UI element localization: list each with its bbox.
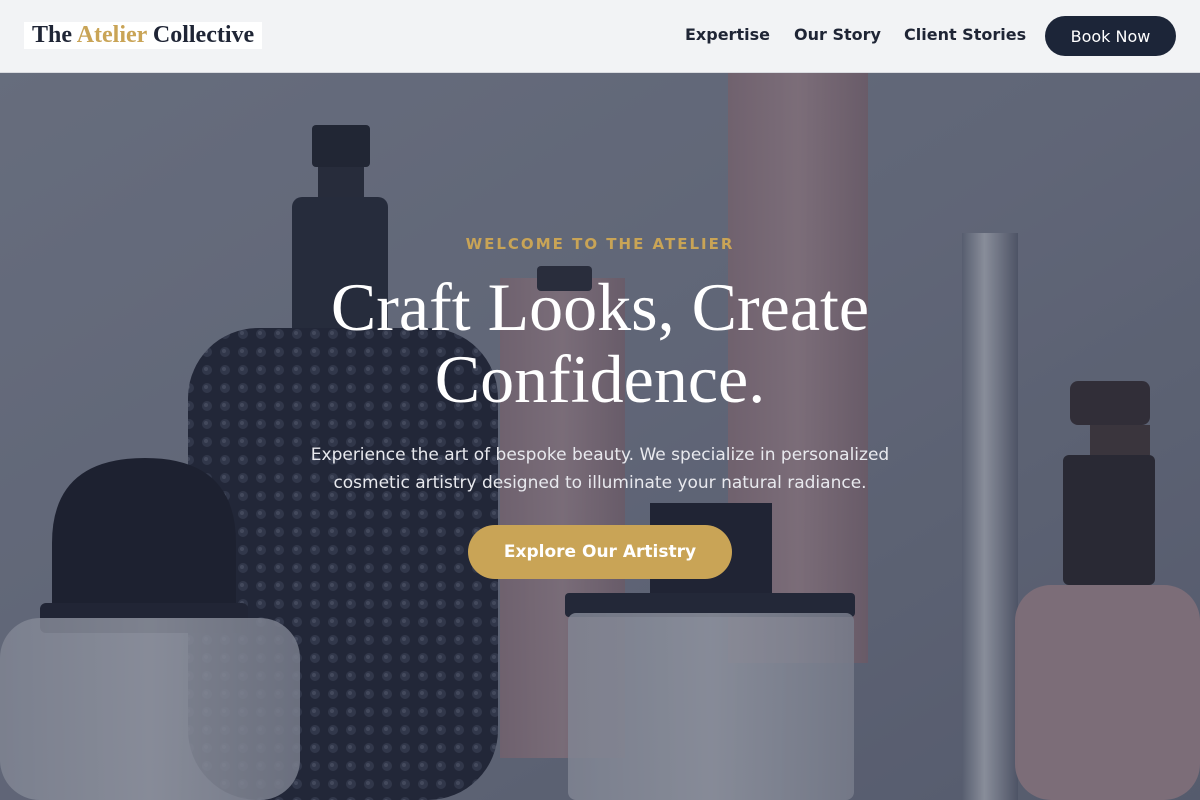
book-now-button[interactable]: Book Now [1045,16,1176,56]
hero-dark-overlay [0,73,1200,800]
hero-headline: Craft Looks, Create Confidence. [330,269,870,417]
nav-link-client-stories[interactable]: Client Stories [904,24,1026,46]
hero-section: WELCOME TO THE ATELIER Craft Looks, Crea… [0,73,1200,800]
logo-word-collective: Collective [152,22,255,48]
logo-word-atelier: Atelier [76,22,147,48]
hero-eyebrow: WELCOME TO THE ATELIER [465,235,735,253]
explore-artistry-button[interactable]: Explore Our Artistry [468,525,732,579]
site-header: The Atelier Collective Expertise Our Sto… [0,0,1200,73]
brand-logo[interactable]: The Atelier Collective [24,22,263,49]
nav-link-expertise[interactable]: Expertise [685,24,770,46]
logo-word-the: The [32,22,73,48]
hero-subtext: Experience the art of bespoke beauty. We… [310,445,890,493]
nav-link-our-story[interactable]: Our Story [794,24,881,46]
